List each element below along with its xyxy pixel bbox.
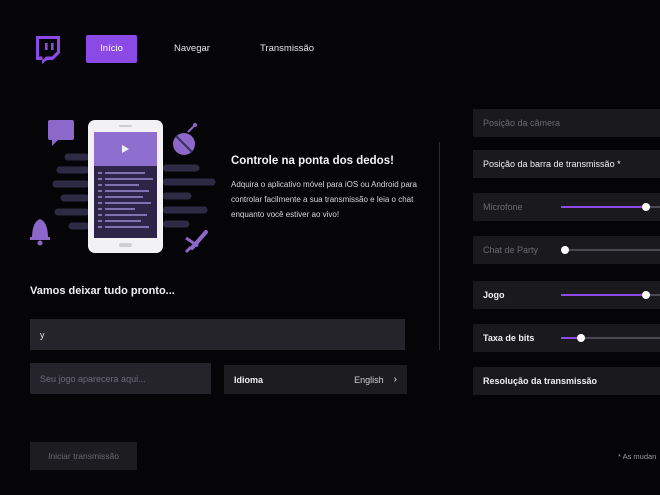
setting-bitrate[interactable]: Taxa de bits (473, 324, 660, 352)
mobile-app-illustration (30, 120, 216, 254)
nav-transmissao[interactable]: Transmissão (252, 35, 322, 63)
microphone-slider-fill (561, 206, 646, 208)
setting-label: Resolução da transmissão (483, 376, 598, 386)
sword-icon (184, 230, 208, 254)
satellite-dish-icon (173, 123, 197, 155)
setting-stream-resolution[interactable]: Resolução da transmissão (473, 367, 660, 395)
chevron-right-icon: › (393, 374, 397, 385)
setting-label: Posição da câmera (483, 118, 561, 128)
bell-icon (30, 219, 50, 246)
language-value: English (354, 374, 384, 385)
setting-stream-bar-position[interactable]: Posição da barra de transmissão * (473, 150, 660, 178)
party-chat-slider-track (561, 249, 660, 251)
party-chat-slider-handle[interactable] (561, 246, 569, 254)
setting-label: Taxa de bits (483, 333, 535, 343)
start-stream-button[interactable]: Iniciar transmissão (30, 442, 137, 470)
setting-label: Chat de Party (483, 245, 539, 255)
column-divider (439, 142, 440, 350)
changes-note: * As mudan (618, 452, 657, 461)
game-search-input[interactable] (30, 363, 211, 394)
setting-party-chat[interactable]: Chat de Party (473, 236, 660, 264)
setting-microphone[interactable]: Microfone (473, 193, 660, 221)
setup-title: Vamos deixar tudo pronto... (30, 285, 175, 297)
bitrate-slider-handle[interactable] (577, 334, 585, 342)
nav-inicio[interactable]: Início (86, 35, 137, 63)
setting-camera-position[interactable]: Posição da câmera (473, 109, 660, 137)
setting-label: Jogo (483, 290, 505, 300)
chat-bubble-icon (48, 120, 74, 146)
setting-game[interactable]: Jogo (473, 281, 660, 309)
microphone-slider-handle[interactable] (642, 203, 650, 211)
game-slider-handle[interactable] (642, 291, 650, 299)
language-selector[interactable]: Idioma English › (224, 365, 407, 394)
phone-icon (88, 120, 163, 253)
hero-description: Adquira o aplicativo móvel para iOS ou A… (231, 180, 417, 219)
nav-navegar[interactable]: Navegar (164, 35, 220, 63)
setting-label: Microfone (483, 202, 523, 212)
game-slider-fill (561, 294, 646, 296)
language-label: Idioma (234, 374, 264, 385)
twitch-logo-icon[interactable] (34, 36, 60, 64)
hero-title: Controle na ponta dos dedos! (231, 155, 394, 167)
setting-label: Posição da barra de transmissão * (483, 159, 621, 169)
stream-title-input[interactable] (30, 319, 405, 350)
